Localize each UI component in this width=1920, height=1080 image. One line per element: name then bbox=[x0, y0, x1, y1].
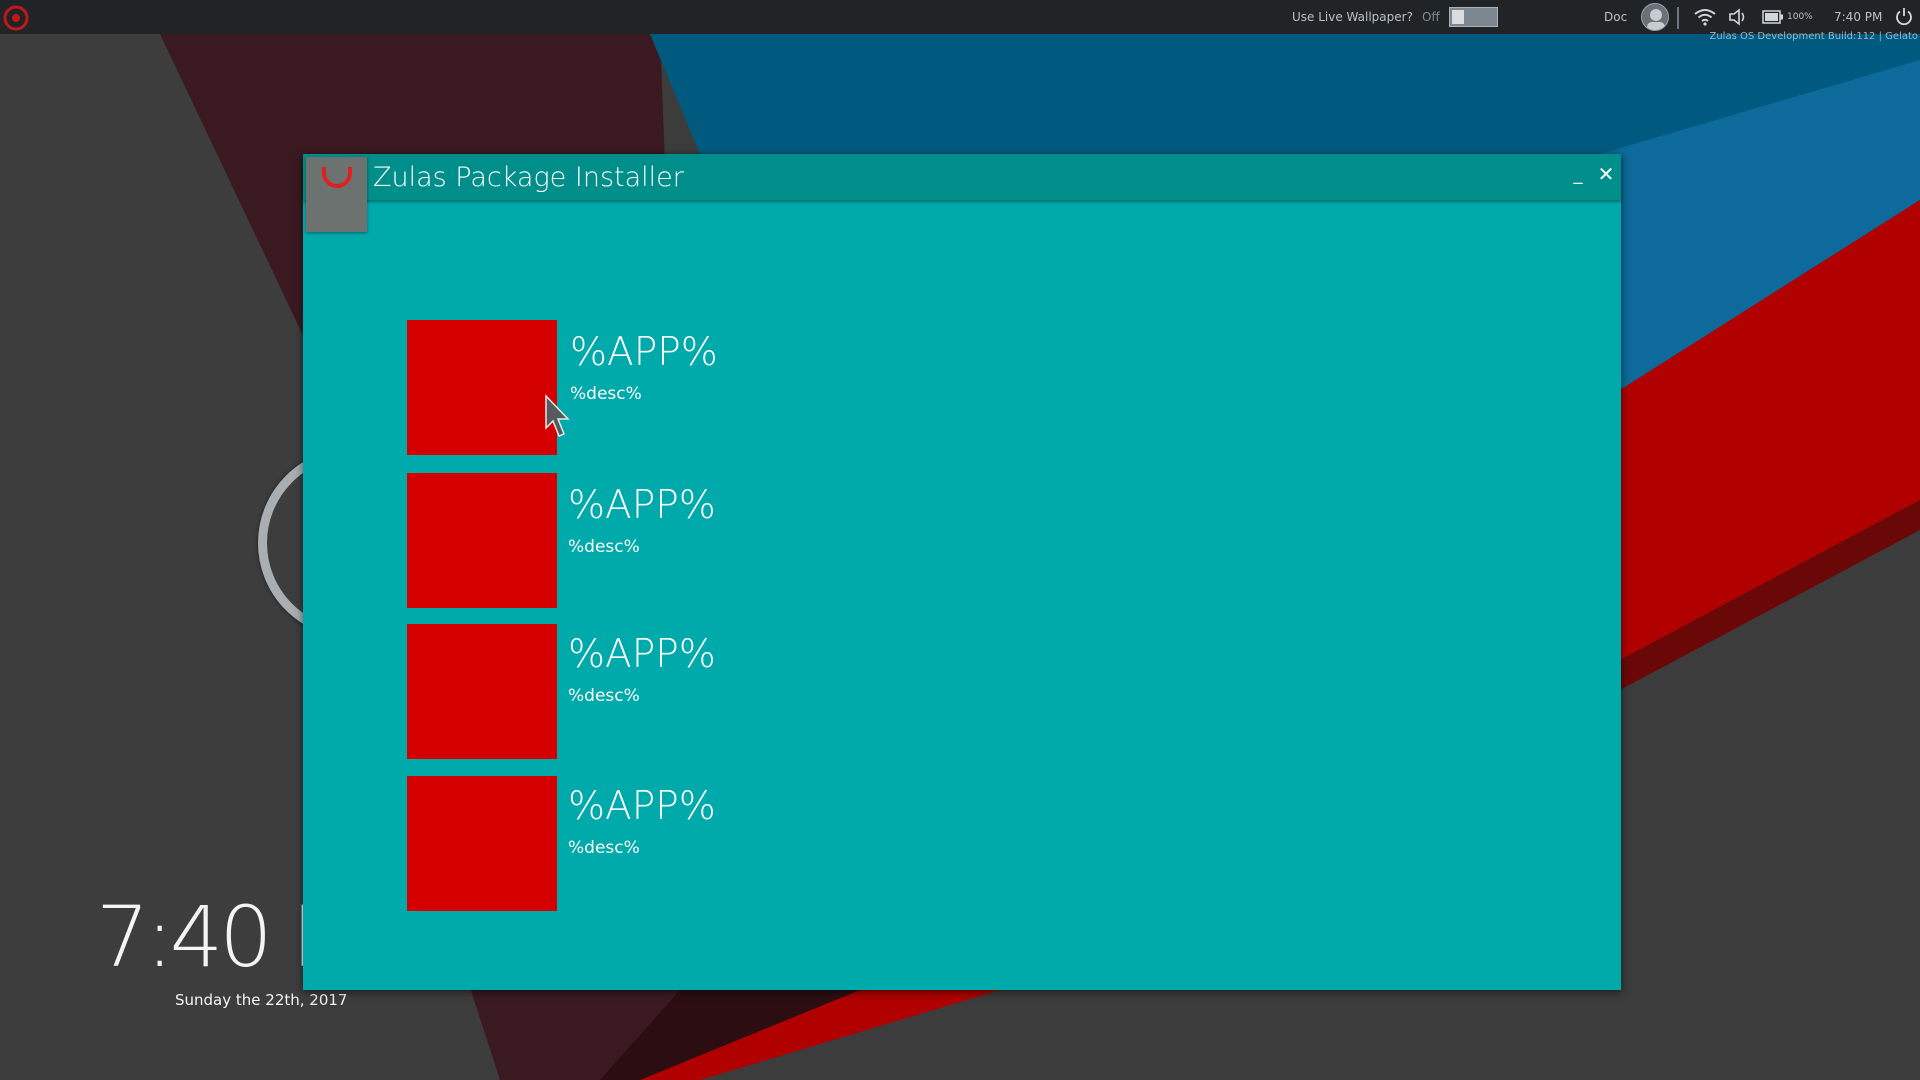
window-title: Zulas Package Installer bbox=[373, 162, 684, 193]
package-icon bbox=[407, 776, 557, 911]
panel-clock[interactable]: 7:40 PM bbox=[1834, 0, 1882, 34]
package-item[interactable]: %APP% %desc% bbox=[407, 320, 1007, 456]
package-name: %APP% bbox=[568, 483, 716, 528]
desktop-clock: 7:40 P bbox=[96, 888, 342, 986]
power-icon[interactable] bbox=[1894, 7, 1914, 27]
volume-icon[interactable] bbox=[1728, 8, 1748, 26]
minimize-button[interactable]: _ bbox=[1569, 164, 1587, 186]
package-icon bbox=[407, 624, 557, 759]
package-description: %desc% bbox=[570, 384, 642, 404]
top-panel: Use Live Wallpaper? Off Doc 100% 7:40 PM… bbox=[0, 0, 1920, 42]
user-name[interactable]: Doc bbox=[1604, 0, 1627, 34]
start-menu-icon[interactable] bbox=[3, 5, 29, 31]
wifi-icon[interactable] bbox=[1694, 8, 1716, 26]
package-icon bbox=[407, 320, 557, 455]
package-installer-window: Zulas Package Installer _ ✕ %APP% %desc%… bbox=[303, 154, 1621, 990]
live-wallpaper-toggle[interactable] bbox=[1449, 7, 1498, 27]
battery-icon[interactable] bbox=[1762, 10, 1784, 24]
package-item[interactable]: %APP% %desc% bbox=[407, 776, 1007, 912]
close-button[interactable]: ✕ bbox=[1595, 162, 1617, 186]
app-logo-icon bbox=[306, 157, 367, 232]
package-name: %APP% bbox=[568, 632, 716, 677]
panel-divider bbox=[1677, 7, 1679, 29]
package-name: %APP% bbox=[568, 784, 716, 829]
desktop-date: Sunday the 22th, 2017 bbox=[175, 991, 348, 1009]
build-info: Zulas OS Development Build:112 | Gelato bbox=[1709, 31, 1918, 42]
package-description: %desc% bbox=[568, 537, 640, 557]
package-description: %desc% bbox=[568, 838, 640, 858]
battery-percent: 100% bbox=[1787, 12, 1813, 22]
window-titlebar[interactable]: Zulas Package Installer _ ✕ bbox=[303, 154, 1621, 200]
live-wallpaper-label: Use Live Wallpaper? bbox=[1292, 10, 1413, 24]
package-icon bbox=[407, 473, 557, 608]
package-item[interactable]: %APP% %desc% bbox=[407, 624, 1007, 760]
live-wallpaper-state: Off bbox=[1422, 10, 1440, 24]
package-description: %desc% bbox=[568, 686, 640, 706]
package-item[interactable]: %APP% %desc% bbox=[407, 473, 1007, 609]
user-avatar[interactable] bbox=[1641, 3, 1669, 31]
package-name: %APP% bbox=[570, 330, 718, 375]
